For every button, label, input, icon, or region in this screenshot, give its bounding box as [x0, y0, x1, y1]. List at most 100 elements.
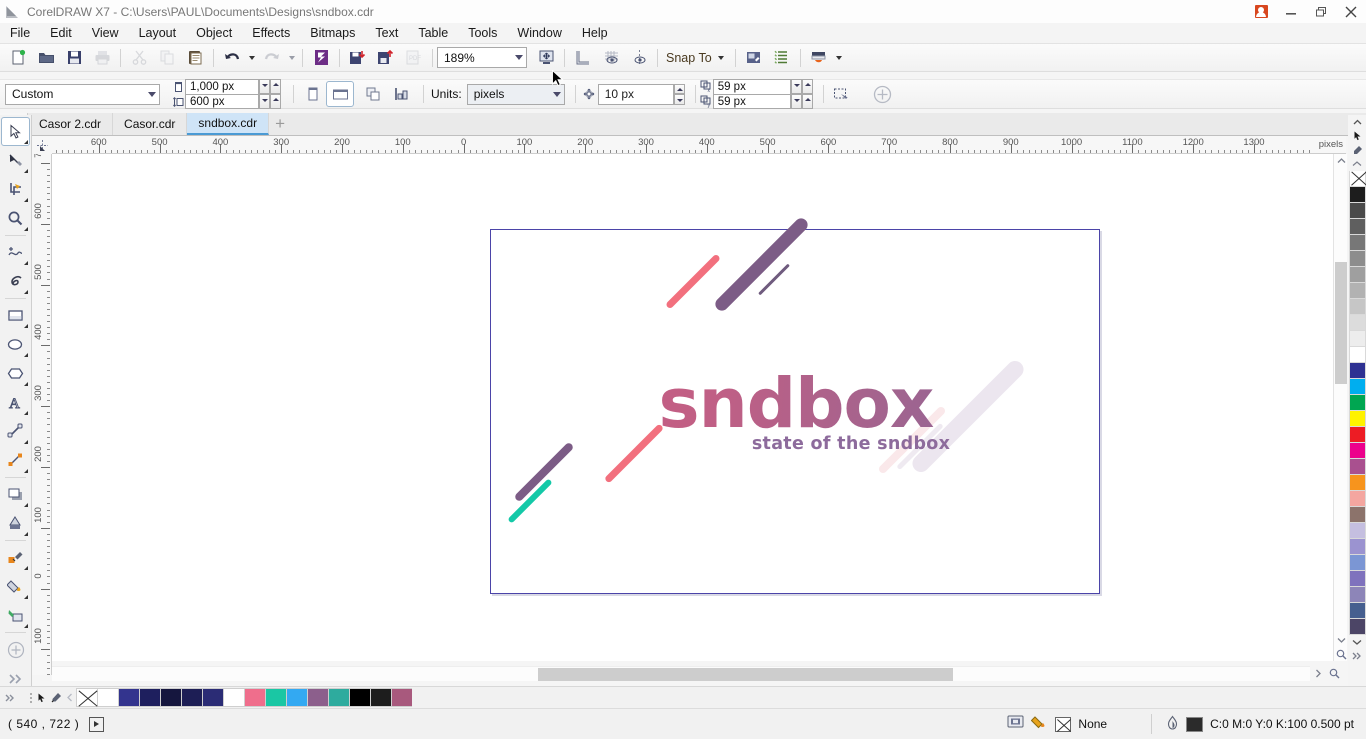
logo-wordmark[interactable]: sndbox [531, 370, 1061, 439]
redo-dropdown-icon[interactable] [289, 55, 295, 60]
launcher-dropdown-icon[interactable] [835, 55, 842, 60]
stroke-purple-lower[interactable] [513, 441, 575, 503]
scroll-up-icon[interactable] [1334, 154, 1348, 168]
vertical-ruler[interactable]: 7006005004003002001000100pixels [32, 154, 52, 675]
palette-swatch[interactable] [1348, 411, 1366, 427]
page-size-combo[interactable]: Custom [5, 83, 160, 105]
pick-tool-icon[interactable] [1, 117, 30, 146]
undo-dropdown-icon[interactable] [249, 55, 255, 60]
outline-color-swatch[interactable] [1186, 716, 1204, 732]
drawing-canvas[interactable]: sndbox state of the sndbox [52, 154, 1333, 661]
shape-tool-icon[interactable] [2, 147, 29, 174]
paste-icon[interactable] [182, 46, 208, 70]
object-manager-icon[interactable] [769, 46, 795, 70]
palette-swatch[interactable] [1348, 395, 1366, 411]
vertical-scrollbar[interactable] [1333, 154, 1347, 661]
palette-swatch[interactable] [1348, 379, 1366, 395]
palette-eyedropper-icon[interactable] [1348, 143, 1366, 157]
parallel-dimension-tool-icon[interactable] [2, 418, 29, 445]
palette-collapse-icon[interactable] [1348, 157, 1366, 171]
drop-shadow-tool-icon[interactable] [2, 481, 29, 508]
document-tab-casor[interactable]: Casor.cdr [113, 113, 188, 135]
menu-file[interactable]: File [0, 24, 40, 42]
document-palette-swatch[interactable] [307, 688, 328, 707]
import-icon[interactable] [345, 46, 371, 70]
restore-button[interactable] [1306, 0, 1336, 23]
zoom-corner-icon[interactable] [1334, 647, 1348, 661]
menu-help[interactable]: Help [572, 24, 618, 42]
page-width-spinner-up[interactable] [270, 79, 281, 94]
palette-swatch[interactable] [1348, 427, 1366, 443]
logo-tagline[interactable]: state of the sndbox [641, 434, 1061, 454]
freehand-tool-icon[interactable] [2, 239, 29, 266]
show-grid-icon[interactable] [598, 46, 624, 70]
publish-pdf-icon[interactable]: PDF [401, 46, 427, 70]
document-palette[interactable] [0, 686, 1366, 708]
document-palette-swatch[interactable] [97, 688, 118, 707]
palette-swatch[interactable] [1348, 443, 1366, 459]
show-guidelines-icon[interactable] [626, 46, 652, 70]
corel-connect-icon[interactable] [308, 46, 334, 70]
edit-page-boundary-icon[interactable] [829, 82, 855, 106]
palette-swatch[interactable] [1348, 603, 1366, 619]
palette-prev-icon[interactable] [64, 688, 76, 708]
palette-pick-icon[interactable] [34, 688, 48, 708]
duplicate-y-field[interactable]: 59 px [712, 94, 791, 109]
zoom-corner-icon[interactable] [1326, 668, 1342, 679]
palette-swatch[interactable] [1348, 235, 1366, 251]
options-icon[interactable] [741, 46, 767, 70]
document-palette-swatch[interactable] [118, 688, 139, 707]
menu-bitmaps[interactable]: Bitmaps [300, 24, 365, 42]
export-icon[interactable] [373, 46, 399, 70]
rectangle-tool-icon[interactable] [2, 302, 29, 329]
page-width-spinner[interactable] [259, 79, 270, 94]
copy-icon[interactable] [154, 46, 180, 70]
palette-swatch[interactable] [1348, 619, 1366, 635]
menu-edit[interactable]: Edit [40, 24, 82, 42]
crop-tool-icon[interactable] [2, 176, 29, 203]
stroke-purple-large[interactable] [712, 215, 811, 314]
duplicate-y-spinner[interactable] [790, 94, 802, 109]
document-palette-swatch[interactable] [76, 688, 97, 707]
document-palette-swatch[interactable] [391, 688, 412, 707]
document-tab-sndbox[interactable]: sndbox.cdr [187, 113, 270, 135]
portrait-orientation-icon[interactable] [299, 82, 325, 106]
palette-pick-icon[interactable] [1348, 129, 1366, 143]
palette-swatch[interactable] [1348, 283, 1366, 299]
menu-tools[interactable]: Tools [458, 24, 507, 42]
units-combo[interactable]: pixels [466, 83, 565, 105]
palette-swatch[interactable] [1348, 571, 1366, 587]
horizontal-scrollbar[interactable] [52, 666, 1310, 681]
palette-swatch[interactable] [1348, 203, 1366, 219]
new-document-tab-button[interactable]: + [269, 113, 291, 135]
palette-swatch[interactable] [1348, 555, 1366, 571]
palette-swatch-no-color[interactable] [1348, 171, 1366, 187]
landscape-orientation-icon[interactable] [326, 81, 354, 107]
new-document-icon[interactable] [5, 46, 31, 70]
page-height-field[interactable]: 600 px [185, 94, 259, 109]
vertical-scroll-thumb[interactable] [1335, 262, 1347, 384]
minimize-button[interactable] [1276, 0, 1306, 23]
zoom-tool-icon[interactable] [2, 205, 29, 232]
apply-to-current-page-icon[interactable] [388, 82, 414, 106]
document-palette-swatch[interactable] [160, 688, 181, 707]
duplicate-x-field[interactable]: 59 px [712, 79, 791, 94]
outline-pen-icon[interactable] [1166, 715, 1179, 734]
interactive-fill-tool-icon[interactable] [2, 573, 29, 600]
sndbox-logo-artwork[interactable]: sndbox state of the sndbox [491, 215, 1101, 595]
menu-object[interactable]: Object [186, 24, 242, 42]
menu-view[interactable]: View [82, 24, 129, 42]
duplicate-x-spinner-up[interactable] [801, 79, 813, 94]
duplicate-x-spinner[interactable] [790, 79, 802, 94]
document-tab-casor2[interactable]: Casor 2.cdr [28, 113, 114, 135]
document-palette-swatch[interactable] [328, 688, 349, 707]
fill-color-icon[interactable] [1031, 715, 1048, 733]
palette-swatch[interactable] [1348, 587, 1366, 603]
apply-to-all-pages-icon[interactable] [360, 82, 386, 106]
outline-pen-tool-icon[interactable] [2, 602, 29, 629]
document-palette-swatch[interactable] [181, 688, 202, 707]
fill-none-swatch[interactable] [1055, 716, 1072, 732]
cut-icon[interactable] [126, 46, 152, 70]
ruler-origin-icon[interactable] [32, 136, 52, 154]
palette-swatch[interactable] [1348, 491, 1366, 507]
